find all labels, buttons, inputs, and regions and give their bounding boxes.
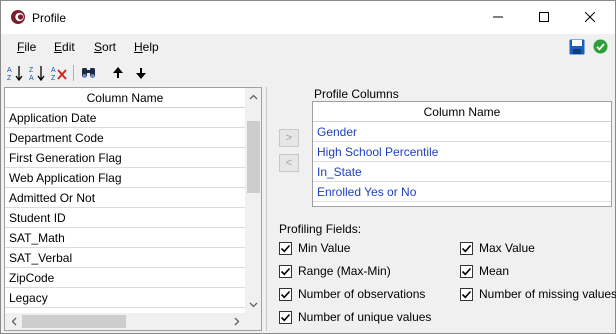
sort-ascending-icon[interactable]: A Z: [5, 63, 25, 83]
list-item[interactable]: In_State: [313, 162, 611, 182]
checkbox-box[interactable]: [460, 264, 473, 278]
minimize-icon: [493, 11, 503, 25]
panel-splitter[interactable]: [266, 87, 267, 331]
list-item[interactable]: Web Application Flag: [5, 168, 245, 188]
scroll-corner: [245, 313, 261, 330]
profiling-fields-label: Profiling Fields:: [279, 222, 362, 236]
profile-window: Profile File Edit Sort Help A Z Z A A Z …: [0, 0, 616, 334]
svg-text:Z: Z: [51, 75, 56, 82]
vertical-scrollbar[interactable]: [245, 88, 261, 313]
horizontal-scrollbar[interactable]: [5, 313, 245, 330]
list-item[interactable]: Enrolled Yes or No: [313, 182, 611, 202]
list-item[interactable]: SAT_Math: [5, 228, 245, 248]
list-item[interactable]: High School Percentile: [313, 142, 611, 162]
list-item[interactable]: Gender: [313, 122, 611, 142]
sort-descending-icon[interactable]: Z A: [27, 63, 47, 83]
close-button[interactable]: [567, 1, 613, 34]
column-name-header[interactable]: Column Name: [313, 102, 611, 122]
checkbox-box[interactable]: [279, 287, 292, 301]
checkbox-box[interactable]: [279, 310, 292, 324]
checkbox-label: Range (Max-Min): [298, 264, 391, 278]
toolbar-separator: [73, 65, 74, 81]
checkbox-box[interactable]: [460, 287, 473, 301]
list-item[interactable]: ZipCode: [5, 268, 245, 288]
scroll-right-icon[interactable]: [228, 313, 245, 330]
menu-help[interactable]: Help: [134, 40, 159, 54]
move-up-icon[interactable]: [108, 63, 128, 83]
checkbox-label: Min Value: [298, 241, 351, 255]
checkbox-label: Mean: [479, 264, 510, 278]
checkbox-label: Number of unique values: [298, 310, 432, 324]
column-name-header[interactable]: Column Name: [5, 88, 245, 108]
window-title: Profile: [32, 11, 67, 25]
menu-sort[interactable]: Sort: [94, 40, 116, 54]
svg-text:A: A: [51, 67, 56, 74]
list-item[interactable]: Admitted Or Not: [5, 188, 245, 208]
scroll-up-icon[interactable]: [245, 88, 261, 105]
scroll-left-icon[interactable]: [5, 313, 22, 330]
remove-column-button[interactable]: <: [279, 154, 299, 172]
number-of-unique-values-checkbox[interactable]: Number of unique values: [279, 309, 431, 325]
mean-checkbox[interactable]: Mean: [460, 263, 509, 279]
checkbox-box[interactable]: [279, 264, 292, 278]
title-bar: Profile: [1, 1, 615, 34]
vertical-scroll-thumb[interactable]: [247, 121, 260, 193]
list-item[interactable]: SAT_Verbal: [5, 248, 245, 268]
list-item[interactable]: Department Code: [5, 128, 245, 148]
list-item[interactable]: Student ID: [5, 208, 245, 228]
profile-columns-label: Profile Columns: [314, 87, 399, 101]
scroll-down-icon[interactable]: [245, 296, 261, 313]
find-icon[interactable]: [79, 63, 99, 83]
add-column-button[interactable]: >: [279, 129, 299, 147]
number-of-observations-checkbox[interactable]: Number of observations: [279, 286, 425, 302]
save-icon[interactable]: [569, 39, 585, 55]
checkbox-label: Number of observations: [298, 287, 426, 301]
checkbox-label: Number of missing values: [479, 287, 616, 301]
clear-sort-icon[interactable]: A Z: [49, 63, 69, 83]
range-checkbox[interactable]: Range (Max-Min): [279, 263, 391, 279]
close-icon: [584, 11, 596, 25]
maximize-button[interactable]: [521, 1, 567, 34]
svg-text:Z: Z: [7, 75, 12, 82]
svg-text:A: A: [7, 67, 12, 74]
profile-columns-list[interactable]: Column Name Gender High School Percentil…: [312, 101, 612, 207]
toolbar: A Z Z A A Z: [1, 62, 615, 84]
minimize-button[interactable]: [475, 1, 521, 34]
max-value-checkbox[interactable]: Max Value: [460, 240, 535, 256]
available-columns-list[interactable]: Column Name Application Date Department …: [4, 87, 262, 331]
maximize-icon: [539, 11, 549, 25]
checkbox-box[interactable]: [279, 241, 292, 255]
horizontal-scroll-thumb[interactable]: [22, 315, 126, 328]
menu-edit[interactable]: Edit: [54, 40, 75, 54]
menu-bar: File Edit Sort Help: [1, 36, 615, 58]
checkbox-box[interactable]: [460, 241, 473, 255]
move-down-icon[interactable]: [131, 63, 151, 83]
number-of-missing-values-checkbox[interactable]: Number of missing values: [460, 286, 616, 302]
min-value-checkbox[interactable]: Min Value: [279, 240, 350, 256]
checkbox-label: Max Value: [479, 241, 535, 255]
menu-file[interactable]: File: [17, 40, 36, 54]
svg-text:A: A: [29, 75, 34, 82]
ok-check-icon[interactable]: [593, 39, 608, 54]
svg-text:Z: Z: [29, 67, 34, 74]
list-item[interactable]: Application Date: [5, 108, 245, 128]
app-logo-icon: [10, 9, 26, 25]
list-item[interactable]: Legacy: [5, 288, 245, 308]
list-item[interactable]: First Generation Flag: [5, 148, 245, 168]
